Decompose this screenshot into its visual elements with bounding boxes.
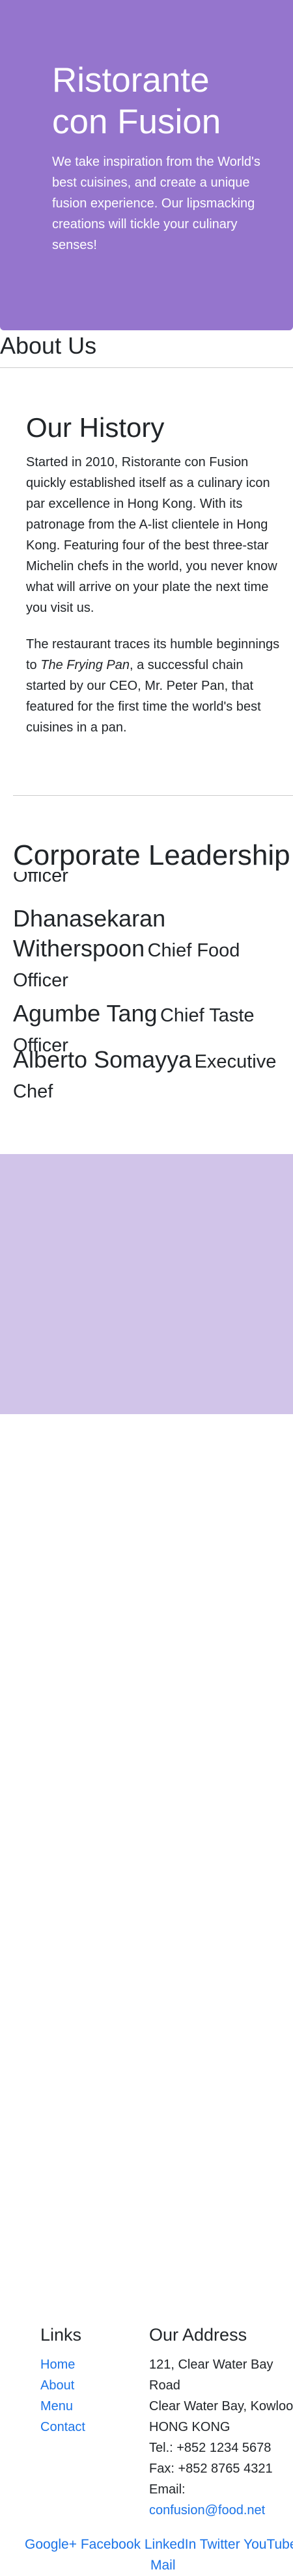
fax-line: Fax: +852 8765 4321	[149, 2462, 273, 2476]
leader-name: Alberto Somayya	[13, 1046, 192, 1073]
links-title: Links	[40, 2325, 82, 2345]
divider	[0, 367, 293, 368]
restaurant-title: Ristorante con Fusion	[52, 61, 221, 141]
footer: Links Home About Menu Contact Our Addres…	[0, 1154, 293, 2573]
email-line: confusion@food.net	[149, 2500, 265, 2521]
footer-link-contact[interactable]: Contact	[40, 2417, 85, 2438]
leadership-title: Corporate Leadership	[13, 839, 290, 871]
social-links[interactable]: Google+ Facebook LinkedIn Twitter YouTub…	[25, 2534, 293, 2555]
history-paragraph-1: Started in 2010, Ristorante con Fusion q…	[26, 455, 277, 615]
email-label: Email:	[149, 2482, 186, 2497]
page-title: About Us	[0, 332, 97, 359]
mail-link[interactable]: Mail	[150, 2555, 176, 2576]
email-link[interactable]: confusion@food.net	[149, 2503, 265, 2517]
leader-name: Dhanasekaran Witherspoon	[13, 905, 166, 962]
divider	[13, 795, 293, 796]
address-line: 121, Clear Water Bay	[149, 2358, 273, 2372]
address-line: Road	[149, 2378, 180, 2393]
address-line: Clear Water Bay, Kowloon	[149, 2399, 293, 2413]
address-line: HONG KONG	[149, 2420, 230, 2434]
leader-designation-fragment: Officer	[13, 872, 68, 886]
footer-link-menu[interactable]: Menu	[40, 2396, 73, 2417]
leader-name: Agumbe Tang	[13, 1000, 158, 1027]
history-title: Our History	[26, 412, 165, 443]
footer-link-about[interactable]: About	[40, 2375, 74, 2396]
leader-item: Alberto Somayya Executive Chef	[13, 1045, 276, 1107]
phone-line: Tel.: +852 1234 5678	[149, 2441, 272, 2455]
jumbotron: Ristorante con Fusion We take inspiration…	[0, 0, 293, 330]
leader-item: Dhanasekaran Witherspoon Chief Food Office…	[13, 904, 240, 995]
address-title: Our Address	[149, 2325, 247, 2345]
history-paragraph-2: The restaurant traces its humble beginni…	[26, 637, 280, 735]
footer-link-home[interactable]: Home	[40, 2354, 75, 2375]
restaurant-name-emphasis: The Frying Pan	[40, 658, 130, 672]
tagline: We take inspiration from the World's bes…	[52, 155, 260, 252]
